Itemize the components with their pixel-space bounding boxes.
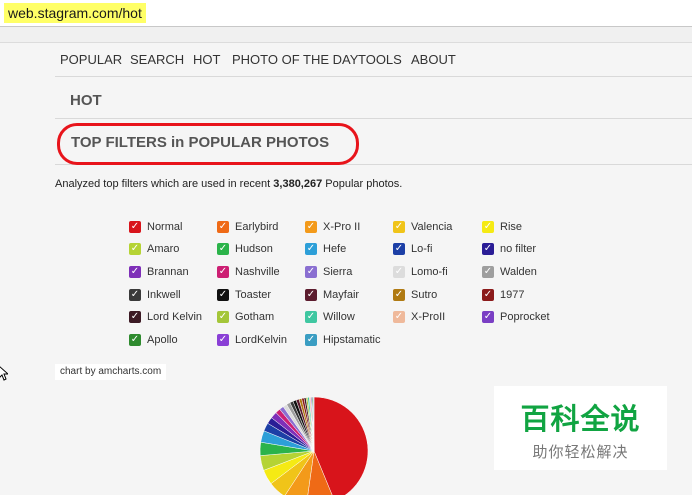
- watermark: 百科全说 助你轻松解决: [494, 386, 667, 470]
- watermark-title: 百科全说: [520, 404, 641, 436]
- watermark-subtitle: 助你轻松解决: [532, 444, 629, 461]
